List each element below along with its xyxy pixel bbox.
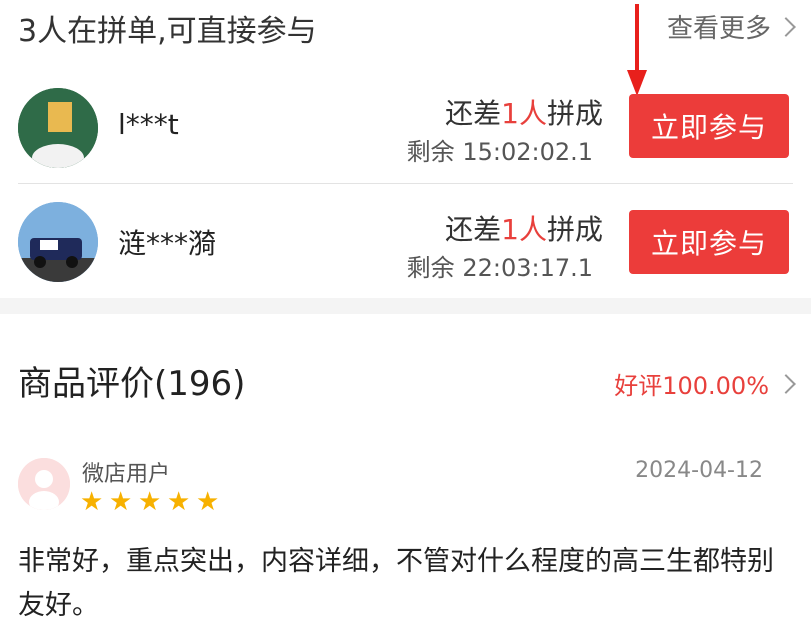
user-avatar-image	[18, 202, 98, 282]
need-count: 1人	[501, 213, 547, 246]
avatar	[18, 88, 98, 168]
remaining-label: 剩余	[406, 138, 455, 166]
join-button[interactable]: 立即参与	[629, 94, 789, 158]
group-row: l***t 还差1人拼成 剩余 15:02:02.1 立即参与	[0, 68, 811, 184]
group-buy-title: 3人在拼单,可直接参与	[18, 14, 317, 49]
group-buy-section: 3人在拼单,可直接参与 查看更多 l***t 还差1人拼成 剩余 15:02:0…	[0, 0, 811, 298]
need-people-text: 还差1人拼成	[445, 92, 603, 132]
avatar	[18, 202, 98, 282]
group-username: 涟***漪	[118, 227, 217, 260]
good-rate-label: 好评100.00%	[614, 372, 769, 400]
see-more-label: 查看更多	[666, 14, 771, 44]
need-prefix: 还差	[445, 97, 502, 130]
user-avatar-image	[18, 88, 98, 168]
star-icon: ★	[109, 487, 133, 517]
group-row: 涟***漪 还差1人拼成 剩余 22:03:17.1 立即参与	[0, 184, 811, 300]
review-text: 非常好，重点突出，内容详细，不管对什么程度的高三生都特别友好。	[18, 546, 774, 621]
reviewer-avatar	[18, 458, 70, 510]
star-icon: ★	[196, 487, 220, 517]
star-icon: ★	[80, 487, 104, 517]
need-prefix: 还差	[445, 213, 502, 246]
remaining-time-text: 剩余 15:02:02.1	[407, 132, 593, 167]
reviewer-name: 微店用户	[82, 462, 171, 487]
review-date: 2024-04-12	[635, 458, 763, 483]
section-separator	[0, 298, 811, 314]
need-count: 1人	[501, 97, 547, 130]
need-suffix: 拼成	[546, 97, 603, 130]
review-rating: ★ ★ ★ ★ ★	[80, 487, 220, 517]
user-icon	[18, 458, 70, 510]
star-icon: ★	[138, 487, 162, 517]
reviews-title: 商品评价(196)	[18, 364, 246, 404]
remaining-time-text: 剩余 22:03:17.1	[407, 248, 593, 283]
good-rate-link[interactable]: 好评100.00%	[614, 366, 796, 401]
chevron-right-icon	[776, 16, 796, 37]
group-username: l***t	[118, 108, 179, 141]
see-more-link[interactable]: 查看更多	[666, 8, 796, 45]
need-suffix: 拼成	[546, 213, 603, 246]
star-icon: ★	[167, 487, 191, 517]
remaining-label: 剩余	[406, 254, 455, 282]
join-button[interactable]: 立即参与	[629, 210, 789, 274]
remaining-time: 15:02:02.1	[462, 138, 593, 166]
reviews-section: 商品评价(196) 好评100.00% 微店用户 2024-04-12 ★ ★ …	[0, 314, 811, 632]
need-people-text: 还差1人拼成	[445, 208, 603, 248]
remaining-time: 22:03:17.1	[462, 254, 593, 282]
chevron-right-icon	[776, 373, 796, 394]
